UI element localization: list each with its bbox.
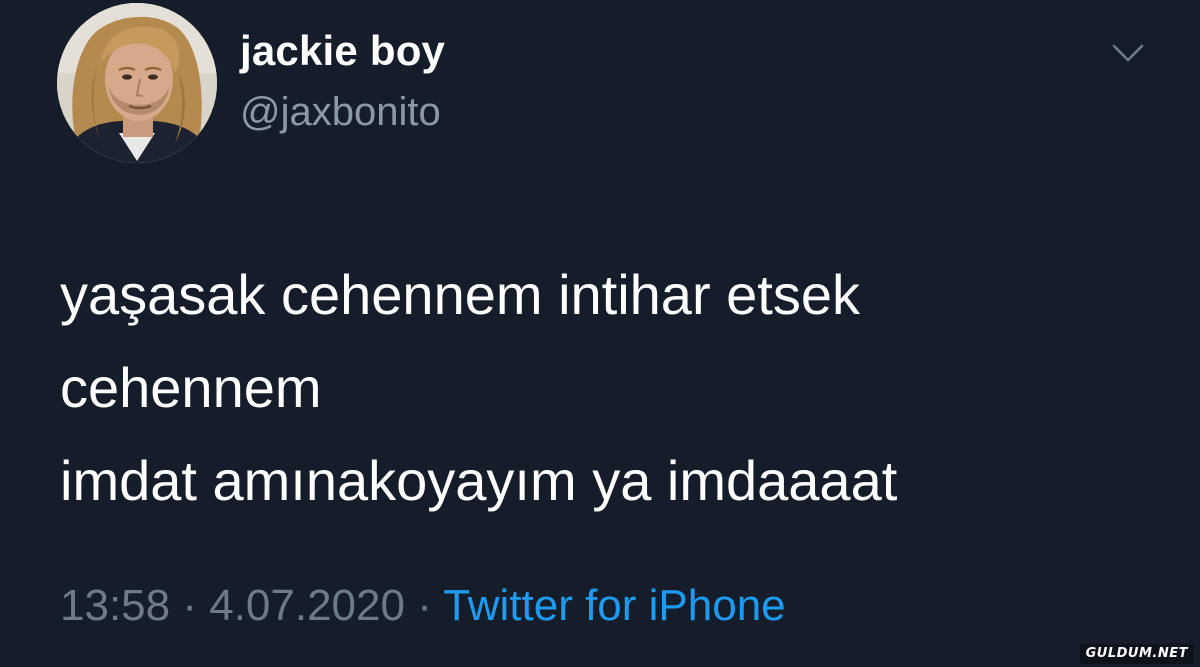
display-name[interactable]: jackie boy <box>240 30 445 72</box>
tweet-date[interactable]: 4.07.2020 <box>209 581 405 630</box>
chevron-down-icon[interactable] <box>1108 36 1148 68</box>
avatar[interactable] <box>57 3 217 163</box>
avatar-photo <box>57 3 217 163</box>
tweet-line: cehennem <box>60 356 322 419</box>
tweet-meta: 13:58 · 4.07.2020 · Twitter for iPhone <box>60 584 786 628</box>
user-handle[interactable]: @jaxbonito <box>240 92 441 132</box>
watermark: GULDUM.NET <box>1079 644 1194 664</box>
meta-separator: · <box>170 581 210 630</box>
tweet-source-link[interactable]: Twitter for iPhone <box>443 581 785 630</box>
tweet-line: imdat amınakoyayım ya imdaaaat <box>60 449 898 512</box>
meta-separator: · <box>404 581 444 630</box>
tweet-line: yaşasak cehennem intihar etsek <box>60 263 860 326</box>
tweet-card: jackie boy @jaxbonito yaşasak cehennem i… <box>0 0 1200 667</box>
tweet-time[interactable]: 13:58 <box>60 581 170 630</box>
tweet-body: yaşasak cehennem intihar etsek cehennem … <box>60 248 1140 527</box>
